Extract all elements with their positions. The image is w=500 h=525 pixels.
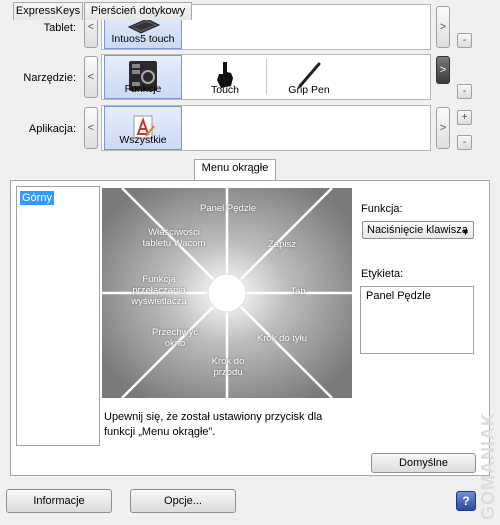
caption-label: Etykieta: [361,268,404,280]
function-label: Funkcja: [361,203,403,215]
tool-scroll-right-button[interactable]: > [436,56,450,84]
radial-segment-label: Właściwości tabletu Wacom [142,227,206,249]
radial-segment-label: Krok do przodu [211,356,245,378]
help-icon[interactable]: ? [456,491,476,511]
app-remove-button[interactable]: - [457,135,472,150]
app-item-label: Wszystkie [119,134,167,146]
tool-separator [266,59,267,95]
radial-segment-label: Panel Pędzle [200,203,256,214]
tool-item-label: Grip Pen [288,84,330,96]
tool-label: Narzędzie: [23,72,76,84]
app-scroll-right-button[interactable]: > [436,107,450,149]
default-button[interactable]: Domyślne [371,453,476,473]
tablet-scroll-right-button[interactable]: > [436,6,450,48]
tool-item-grip-pen[interactable]: Grip Pen [270,55,348,99]
app-scroll-left-button[interactable]: < [84,107,98,149]
tool-item-label: Touch [210,84,240,96]
app-add-button[interactable]: + [457,110,472,125]
radial-segment-label: Funkcja przełączania wyświetlacza [131,274,187,307]
list-item-top[interactable]: Górny [20,191,54,205]
radial-segment-label: Krok do tyłu [256,333,308,344]
caption-input[interactable]: Panel Pędzle [360,286,474,354]
tool-item-label: Funkcje [124,83,162,95]
function-select[interactable]: Naciśnięcie klawisza ▼ [362,221,474,239]
tool-strip: Funkcje Touch Grip Pen [101,54,431,100]
chevron-down-icon: ▼ [461,227,470,237]
app-strip: Wszystkie [101,105,431,151]
radial-segment-label: Tab [290,286,306,297]
tab-expresskeys[interactable]: ExpressKeys [13,2,83,20]
tablet-label: Tablet: [43,22,76,34]
app-item-all[interactable]: Wszystkie [104,106,182,150]
function-select-value: Naciśnięcie klawisza [367,224,468,236]
watermark: GOMANIAK [478,412,498,520]
tab-touch-ring[interactable]: Pierścień dotykowy [84,2,192,20]
info-button[interactable]: Informacje [6,489,112,513]
tool-item-touch[interactable]: Touch [186,55,264,99]
tab-radial-menu[interactable]: Menu okrągłe [194,159,276,180]
radial-segment-label: Przechwyć okno [152,327,198,349]
tool-item-functions[interactable]: Funkcje [104,55,182,99]
radial-menu-note: Upewnij się, że został ustawiony przycis… [104,411,323,438]
tablet-remove-button[interactable]: - [457,33,472,48]
menu-level-list[interactable]: Górny [16,186,100,446]
options-button[interactable]: Opcje... [130,489,236,513]
tablet-item-label: Intuos5 touch [111,33,175,45]
tool-remove-button[interactable]: - [457,84,472,99]
app-label: Aplikacja: [28,123,76,135]
radial-segment-label: Zapisz [268,239,296,250]
tool-scroll-left-button[interactable]: < [84,56,98,98]
